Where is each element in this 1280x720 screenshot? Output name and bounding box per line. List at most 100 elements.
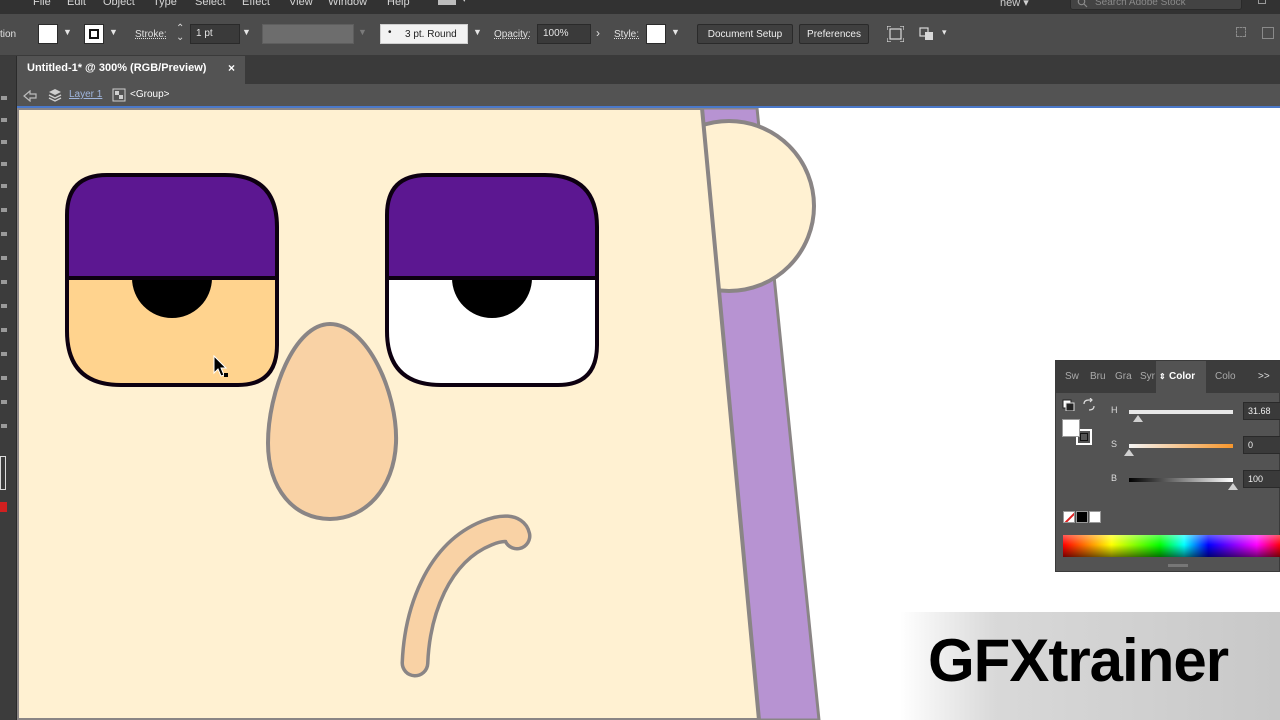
tab-swatches[interactable]: Sw bbox=[1065, 371, 1079, 382]
panel-layout-icon[interactable] bbox=[1262, 27, 1274, 39]
breadcrumb-layer[interactable]: Layer 1 bbox=[69, 89, 102, 100]
chevron-down-icon[interactable]: ▼ bbox=[473, 27, 482, 37]
breadcrumb: Layer 1 <Group> bbox=[17, 84, 1280, 108]
panel-expand-icon[interactable]: >> bbox=[1258, 371, 1270, 382]
brush-label: 3 pt. Round bbox=[405, 29, 457, 40]
hue-label: H bbox=[1111, 405, 1118, 415]
selection-tool-icon[interactable] bbox=[1, 96, 7, 100]
graphic-style-swatch[interactable] bbox=[646, 24, 666, 44]
chevron-down-icon[interactable]: ▼ bbox=[671, 27, 680, 37]
eraser-tool-icon[interactable] bbox=[1, 352, 7, 356]
right-eye[interactable] bbox=[385, 172, 601, 388]
group-icon bbox=[112, 88, 126, 102]
window-restore-icon[interactable] bbox=[1258, 0, 1266, 4]
chevron-down-icon: ▼ bbox=[358, 27, 367, 37]
panel-options-icon[interactable] bbox=[1236, 27, 1246, 37]
adobe-stock-search[interactable]: Search Adobe Stock bbox=[1070, 0, 1242, 10]
curvature-tool-icon[interactable] bbox=[1, 208, 7, 212]
rotate-tool-icon[interactable] bbox=[1, 376, 7, 380]
stroke-weight-field[interactable]: 1 pt bbox=[190, 24, 240, 44]
tab-stepper-icon: ⇕ bbox=[1159, 372, 1166, 381]
hue-slider-thumb[interactable] bbox=[1133, 415, 1144, 422]
back-arrow-icon[interactable] bbox=[23, 90, 37, 102]
magic-wand-tool-icon[interactable] bbox=[1, 140, 7, 144]
saturation-row: S 0 bbox=[1056, 436, 1280, 456]
brush-definition[interactable]: • 3 pt. Round bbox=[380, 24, 468, 44]
isolate-group-icon[interactable] bbox=[918, 26, 936, 42]
fill-stroke-swatch-icon[interactable] bbox=[0, 456, 6, 490]
brightness-value-field[interactable]: 100 bbox=[1243, 470, 1280, 488]
variable-width-profile[interactable] bbox=[262, 24, 354, 44]
black-swatch[interactable] bbox=[1076, 511, 1088, 523]
brightness-slider-thumb[interactable] bbox=[1228, 483, 1238, 490]
white-swatch[interactable] bbox=[1089, 511, 1101, 523]
control-bar: tion ▼ ▼ Stroke: ⌃ ⌄ 1 pt ▼ ▼ • 3 pt. Rou… bbox=[0, 14, 1280, 56]
scale-tool-icon[interactable] bbox=[1, 400, 7, 404]
panel-resize-handle[interactable] bbox=[1168, 564, 1188, 567]
saturation-value-field[interactable]: 0 bbox=[1243, 436, 1280, 454]
none-swatch-icon[interactable] bbox=[1063, 511, 1075, 523]
chevron-down-icon[interactable]: ▾ bbox=[462, 0, 467, 5]
menu-file[interactable]: File bbox=[33, 0, 51, 8]
menu-type[interactable]: Type bbox=[153, 0, 177, 8]
line-tool-icon[interactable] bbox=[1, 256, 7, 260]
hue-value-field[interactable]: 31.68 bbox=[1243, 402, 1280, 420]
tab-symbols[interactable]: Syr bbox=[1140, 371, 1155, 382]
menu-window[interactable]: Window bbox=[328, 0, 367, 8]
color-panel: Sw Bru Gra Syr ⇕ Color Colo >> H 31.68 S… bbox=[1055, 360, 1280, 572]
brightness-slider[interactable] bbox=[1129, 478, 1233, 482]
hue-slider[interactable] bbox=[1129, 410, 1233, 414]
breadcrumb-group[interactable]: <Group> bbox=[130, 89, 169, 100]
saturation-slider-thumb[interactable] bbox=[1124, 449, 1134, 456]
close-icon[interactable]: × bbox=[228, 61, 235, 75]
saturation-slider[interactable] bbox=[1129, 444, 1233, 448]
stroke-swatch[interactable] bbox=[84, 24, 104, 44]
document-tab[interactable]: Untitled-1* @ 300% (RGB/Preview) × bbox=[17, 56, 245, 84]
brush-dot-icon: • bbox=[388, 27, 392, 38]
width-tool-icon[interactable] bbox=[1, 424, 7, 428]
pencil-tool-icon[interactable] bbox=[1, 328, 7, 332]
menu-select[interactable]: Select bbox=[195, 0, 226, 8]
pen-tool-icon[interactable] bbox=[1, 184, 7, 188]
color-spectrum[interactable] bbox=[1063, 535, 1280, 557]
watermark-text: GFXtrainer bbox=[928, 627, 1229, 694]
tab-color[interactable]: Color bbox=[1169, 371, 1195, 382]
tools-panel bbox=[0, 56, 17, 720]
direct-selection-tool-icon[interactable] bbox=[1, 118, 7, 122]
none-color-icon[interactable] bbox=[0, 502, 7, 512]
arrange-documents-icon[interactable] bbox=[438, 0, 456, 5]
menu-object[interactable]: Object bbox=[103, 0, 135, 8]
fill-swatch[interactable] bbox=[38, 24, 58, 44]
preferences-button[interactable]: Preferences bbox=[799, 24, 869, 44]
workspace-label: new bbox=[1000, 0, 1021, 9]
stroke-label[interactable]: Stroke: bbox=[135, 29, 167, 40]
saturation-label: S bbox=[1111, 439, 1118, 449]
menu-edit[interactable]: Edit bbox=[67, 0, 86, 8]
chevron-down-icon[interactable]: ▼ bbox=[242, 27, 251, 37]
left-eye[interactable] bbox=[65, 172, 281, 388]
tab-brushes[interactable]: Bru bbox=[1090, 371, 1106, 382]
workspace-switcher[interactable]: new ▾ bbox=[1000, 0, 1029, 9]
style-label[interactable]: Style: bbox=[614, 29, 639, 40]
rectangle-tool-icon[interactable] bbox=[1, 280, 7, 284]
tab-graphic-styles[interactable]: Gra bbox=[1115, 371, 1132, 382]
stock-search-placeholder: Search Adobe Stock bbox=[1095, 0, 1186, 8]
chevron-down-icon[interactable]: ▼ bbox=[63, 27, 72, 37]
chevron-right-icon[interactable]: › bbox=[596, 26, 600, 40]
chevron-down-icon[interactable]: ▼ bbox=[109, 27, 118, 37]
opacity-label[interactable]: Opacity: bbox=[494, 29, 531, 40]
menu-effect[interactable]: Effect bbox=[242, 0, 270, 8]
tab-color-guide[interactable]: Colo bbox=[1215, 371, 1236, 382]
search-icon bbox=[1077, 0, 1088, 8]
paintbrush-tool-icon[interactable] bbox=[1, 304, 7, 308]
chevron-down-icon[interactable]: ▾ bbox=[942, 27, 947, 38]
transform-icon[interactable] bbox=[887, 26, 904, 42]
document-setup-button[interactable]: Document Setup bbox=[697, 24, 793, 44]
opacity-field[interactable]: 100% bbox=[537, 24, 591, 44]
lasso-tool-icon[interactable] bbox=[1, 162, 7, 166]
menu-view[interactable]: View bbox=[289, 0, 313, 8]
type-tool-icon[interactable] bbox=[1, 232, 7, 236]
stroke-stepper-icon[interactable]: ⌃ ⌄ bbox=[176, 24, 184, 43]
menu-help[interactable]: Help bbox=[387, 0, 410, 8]
brightness-label: B bbox=[1111, 473, 1118, 483]
